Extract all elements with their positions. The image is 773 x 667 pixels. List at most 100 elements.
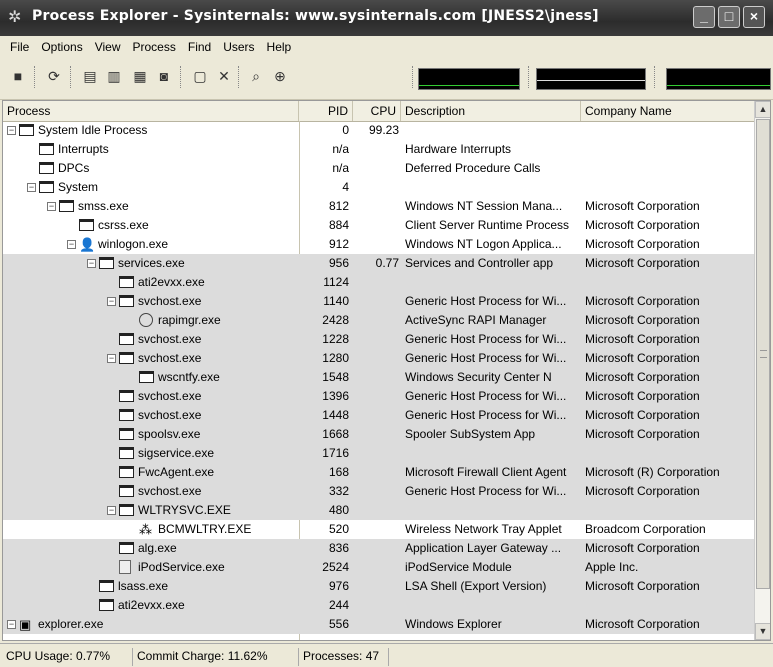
process-pid: 4 [342,180,349,194]
save-icon[interactable]: ■ [8,66,28,86]
process-pid: 1448 [322,408,349,422]
column-header-cpu[interactable]: CPU [353,101,401,121]
process-row[interactable]: DPCs n/a Deferred Procedure Calls [3,159,754,178]
process-row[interactable]: wscntfy.exe 1548 Windows Security Center N… [3,368,754,387]
process-name: wscntfy.exe [158,370,220,384]
menu-users[interactable]: Users [217,40,260,54]
window-process-icon [99,599,114,611]
collapse-tree-icon[interactable]: − [67,240,76,249]
menu-find[interactable]: Find [182,40,217,54]
cpu-usage-graph[interactable] [418,68,520,90]
process-row[interactable]: ati2evxx.exe 1124 [3,273,754,292]
process-description: Windows Security Center N [405,370,552,384]
process-description: Spooler SubSystem App [405,427,536,441]
process-company [585,178,753,197]
process-cpu [353,216,399,235]
column-header-company[interactable]: Company Name [581,101,754,121]
process-row[interactable]: − 👤 winlogon.exe 912 Windows NT Logon Applic… [3,235,754,254]
process-description: Hardware Interrupts [405,142,512,156]
process-company [585,140,753,159]
minimize-button[interactable]: _ [693,6,715,28]
window-process-icon [119,390,134,402]
process-cpu [353,463,399,482]
process-cpu [353,539,399,558]
process-row[interactable]: rapimgr.exe 2428 ActiveSync RAPI Manager Mi… [3,311,754,330]
window-process-icon [39,162,54,174]
toolbar-separator [654,66,656,88]
process-explorer-app-icon[interactable]: ✲ [8,9,26,27]
title-bar[interactable]: ✲ Process Explorer - Sysinternals: www.s… [0,0,773,36]
process-row[interactable]: spoolsv.exe 1668 Spooler SubSystem App Micr… [3,425,754,444]
menu-options[interactable]: Options [35,40,88,54]
process-company: Microsoft Corporation [585,370,700,384]
process-cpu [353,577,399,596]
process-row[interactable]: lsass.exe 976 LSA Shell (Export Version) Mi… [3,577,754,596]
process-cpu [353,615,399,634]
column-header-process[interactable]: Process [3,101,299,121]
process-row[interactable]: − svchost.exe 1140 Generic Host Process for… [3,292,754,311]
process-cpu [353,159,399,178]
process-row[interactable]: − ▣ explorer.exe 556 Windows Explorer Microso… [3,615,754,634]
vertical-scrollbar[interactable]: ▲ ▼ [754,101,770,640]
scrollbar-thumb[interactable] [756,119,770,589]
process-row[interactable]: csrss.exe 884 Client Server Runtime Proces… [3,216,754,235]
properties-icon[interactable]: ▢ [190,66,210,86]
process-row[interactable]: − svchost.exe 1280 Generic Host Process for… [3,349,754,368]
menu-file[interactable]: File [4,40,35,54]
process-row[interactable]: − services.exe 956 0.77 Services and Control… [3,254,754,273]
process-row[interactable]: svchost.exe 332 Generic Host Process for W… [3,482,754,501]
kill-process-icon[interactable]: ✕ [214,66,234,86]
process-tree-list[interactable]: Process PID CPU Description Company Name… [2,100,771,641]
process-pid: 812 [328,199,349,213]
scroll-down-arrow-icon[interactable]: ▼ [755,623,770,640]
process-cpu [353,520,399,539]
show-lower-pane-icon[interactable]: ▥ [104,66,124,86]
collapse-tree-icon[interactable]: − [87,259,96,268]
process-row[interactable]: ⁂ BCMWLTRY.EXE 520 Wireless Network Tray Ap… [3,520,754,539]
menu-help[interactable]: Help [261,40,298,54]
process-row[interactable]: − smss.exe 812 Windows NT Session Mana... Mi… [3,197,754,216]
process-name: ati2evxx.exe [118,598,185,612]
collapse-tree-icon[interactable]: − [27,183,36,192]
process-cpu [353,425,399,444]
process-row[interactable]: ati2evxx.exe 244 [3,596,754,615]
process-row[interactable]: − System 4 [3,178,754,197]
refresh-icon[interactable]: ⟳ [44,66,64,86]
view-dlls-icon[interactable]: ▦ [130,66,150,86]
collapse-tree-icon[interactable]: − [107,297,116,306]
process-row[interactable]: − WLTRYSVC.EXE 480 [3,501,754,520]
scroll-up-arrow-icon[interactable]: ▲ [755,101,770,118]
menu-process[interactable]: Process [127,40,182,54]
menu-view[interactable]: View [89,40,127,54]
column-header-row: Process PID CPU Description Company Name [3,101,754,122]
process-row[interactable]: FwcAgent.exe 168 Microsoft Firewall Client… [3,463,754,482]
column-header-pid[interactable]: PID [299,101,353,121]
collapse-tree-icon[interactable]: − [47,202,56,211]
process-pid: 1280 [322,351,349,365]
collapse-tree-icon[interactable]: − [7,620,16,629]
maximize-button[interactable]: □ [718,6,740,28]
close-button[interactable]: × [743,6,765,28]
process-row[interactable]: iPodService.exe 2524 iPodService Module App… [3,558,754,577]
process-row[interactable]: svchost.exe 1228 Generic Host Process for … [3,330,754,349]
process-row[interactable]: − System Idle Process 0 99.23 [3,121,754,140]
process-row[interactable]: Interrupts n/a Hardware Interrupts [3,140,754,159]
system-info-icon[interactable]: ▤ [80,66,100,86]
find-window-crosshair-icon[interactable]: ⊕ [270,66,290,86]
process-description [405,121,580,140]
collapse-tree-icon[interactable]: − [107,506,116,515]
collapse-tree-icon[interactable]: − [107,354,116,363]
process-name: svchost.exe [138,408,202,422]
process-row[interactable]: sigservice.exe 1716 [3,444,754,463]
commit-history-graph[interactable] [536,68,646,90]
toolbar-separator [70,66,72,88]
process-row[interactable]: svchost.exe 1396 Generic Host Process for … [3,387,754,406]
process-row[interactable]: alg.exe 836 Application Layer Gateway ... M… [3,539,754,558]
io-history-graph[interactable] [666,68,771,90]
find-icon[interactable]: ⌕ [246,66,266,86]
process-company: Microsoft Corporation [585,237,700,251]
column-header-description[interactable]: Description [401,101,581,121]
process-row[interactable]: svchost.exe 1448 Generic Host Process for … [3,406,754,425]
view-handles-icon[interactable]: ◙ [154,66,174,86]
collapse-tree-icon[interactable]: − [7,126,16,135]
